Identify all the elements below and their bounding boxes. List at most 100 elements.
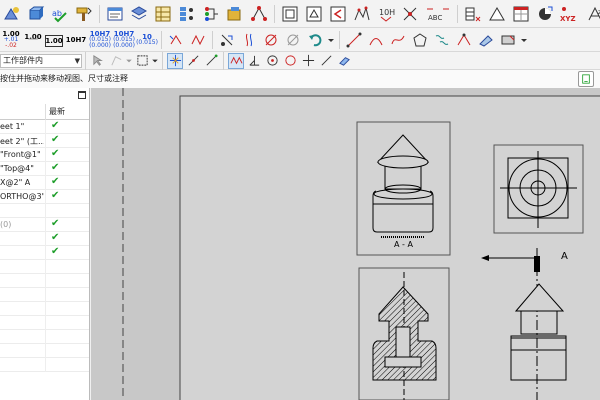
weld-symbol-icon[interactable] — [224, 3, 246, 25]
tolerance-button-4[interactable]: 10H7 — [65, 30, 87, 50]
reference-row[interactable]: eet 1" ✔ — [0, 120, 89, 134]
snap-icon[interactable] — [454, 30, 474, 50]
reference-name: (0) — [0, 220, 12, 229]
fillet-icon[interactable] — [476, 30, 496, 50]
reference-row[interactable] — [0, 260, 89, 274]
tolerance-button-7[interactable]: 10 (0.015) — [136, 30, 158, 50]
tolerance-button-6[interactable]: 10H7 (0.015) (0.000) — [113, 30, 135, 50]
tangent-icon[interactable] — [203, 53, 219, 69]
offset-text-icon[interactable] — [217, 30, 237, 50]
point-snap-icon[interactable] — [282, 53, 298, 69]
revision-symbol-icon[interactable] — [486, 3, 508, 25]
reference-row[interactable] — [0, 330, 89, 344]
perpendicular-icon[interactable] — [246, 53, 262, 69]
grid-snap-icon[interactable] — [167, 52, 183, 69]
reference-row[interactable] — [0, 274, 89, 288]
reference-row[interactable] — [0, 302, 89, 316]
format-painter-icon[interactable] — [73, 3, 95, 25]
dropdown-icon[interactable] — [520, 30, 528, 50]
reference-row[interactable]: ORTHO@3" ✔ — [0, 190, 89, 204]
reference-row[interactable] — [0, 316, 89, 330]
reference-row[interactable] — [0, 288, 89, 302]
separator — [212, 30, 213, 49]
line-snap-icon[interactable] — [185, 53, 201, 69]
centerline-icon[interactable] — [399, 3, 421, 25]
center-dimension-icon[interactable] — [188, 30, 208, 50]
sketch-icon[interactable] — [108, 53, 124, 69]
arc-icon[interactable] — [366, 30, 386, 50]
reference-row[interactable] — [0, 204, 89, 218]
reference-name: "Top@4" — [0, 164, 34, 173]
hole-callout-icon[interactable] — [248, 3, 270, 25]
sort-icon[interactable]: z — [584, 3, 600, 25]
line-icon[interactable] — [344, 30, 364, 50]
center-mark-icon[interactable]: 10H7 — [375, 3, 397, 25]
column-header-latest: 最新 — [49, 107, 65, 116]
datum-target-icon[interactable] — [327, 3, 349, 25]
reference-row[interactable]: X@2" A ✔ — [0, 176, 89, 190]
tolerance-button-3[interactable]: 1.00 — [45, 34, 63, 47]
selection-scope-combo[interactable]: 工作部件内 ▼ — [0, 53, 82, 68]
diameter-icon[interactable] — [261, 30, 281, 50]
surface-finish-icon[interactable] — [200, 3, 222, 25]
check-icon: ✔ — [51, 162, 60, 173]
center-snap-icon[interactable] — [264, 53, 280, 69]
check-icon: ✔ — [51, 176, 60, 187]
spline-snap-icon[interactable] — [228, 52, 244, 69]
magnetic-line-icon[interactable] — [176, 3, 198, 25]
dropdown-icon[interactable] — [152, 53, 158, 69]
note-icon[interactable] — [104, 3, 126, 25]
geometric-tolerance-icon[interactable] — [279, 3, 301, 25]
reference-row[interactable]: ✔ — [0, 246, 89, 260]
dimension-xpert-icon[interactable] — [510, 3, 532, 25]
smart-dimension-icon[interactable] — [1, 3, 23, 25]
tolerance-button-1[interactable]: 1.00 +.01 -.02 — [1, 30, 21, 50]
area-hatch-icon[interactable]: ABC — [423, 3, 453, 25]
separator — [274, 4, 275, 23]
angle-icon[interactable] — [318, 53, 334, 69]
quick-snap-icon[interactable] — [336, 53, 352, 69]
xyz-coordinate-icon[interactable]: XYZ — [558, 3, 582, 25]
box-select-icon[interactable] — [134, 53, 150, 69]
column-divider — [45, 104, 46, 120]
blocks-icon[interactable] — [351, 3, 373, 25]
column-divider — [45, 288, 46, 302]
datum-feature-icon[interactable] — [303, 3, 325, 25]
reference-row[interactable]: "Top@4" ✔ — [0, 162, 89, 176]
inspection-dimension-icon[interactable] — [239, 30, 259, 50]
intersect-icon[interactable] — [300, 53, 316, 69]
select-icon[interactable] — [90, 53, 106, 69]
dimension-format-toolbar: 1.00 +.01 -.02 1.00 ▔▔ 1.00 10H7 10H7 (0.015… — [0, 28, 600, 52]
column-divider — [45, 316, 46, 330]
separator — [85, 51, 86, 70]
drawing-canvas[interactable]: A - A A — [91, 88, 600, 400]
chamfer-icon[interactable] — [498, 30, 518, 50]
add-parenthesis-icon[interactable] — [166, 30, 186, 50]
ordinate-dimension-icon[interactable] — [534, 3, 556, 25]
task-pane-icon[interactable] — [578, 71, 594, 87]
reference-row[interactable]: "Front@1" ✔ — [0, 148, 89, 162]
auto-balloon-icon[interactable] — [152, 3, 174, 25]
balloon-icon[interactable] — [128, 3, 150, 25]
spline-icon[interactable] — [388, 30, 408, 50]
polygon-icon[interactable] — [410, 30, 430, 50]
tables-icon[interactable] — [462, 3, 484, 25]
column-divider — [45, 246, 46, 260]
ref-diameter-icon[interactable] — [283, 30, 303, 50]
model-items-icon[interactable] — [25, 3, 47, 25]
chain-icon[interactable] — [432, 30, 452, 50]
reference-row[interactable]: ✔ — [0, 232, 89, 246]
check-icon: ✔ — [51, 190, 60, 201]
reference-row[interactable] — [0, 344, 89, 358]
reference-row[interactable] — [0, 358, 89, 372]
tolerance-button-5[interactable]: 10H7 (0.015) (0.000) — [89, 30, 111, 50]
spell-check-icon[interactable]: ab — [49, 3, 71, 25]
dropdown-icon[interactable] — [126, 53, 132, 69]
reference-row[interactable]: eet 2" (工... ✔ — [0, 134, 89, 148]
undo-arrow-icon[interactable] — [305, 30, 325, 50]
annotation-toolbar: ab 10H7 ABC XYZ z — [0, 0, 600, 28]
tolerance-button-2[interactable]: 1.00 ▔▔ — [23, 30, 43, 50]
more-icon[interactable] — [327, 30, 335, 50]
reference-row[interactable]: (0) ✔ — [0, 218, 89, 232]
maximize-icon[interactable] — [78, 91, 86, 99]
